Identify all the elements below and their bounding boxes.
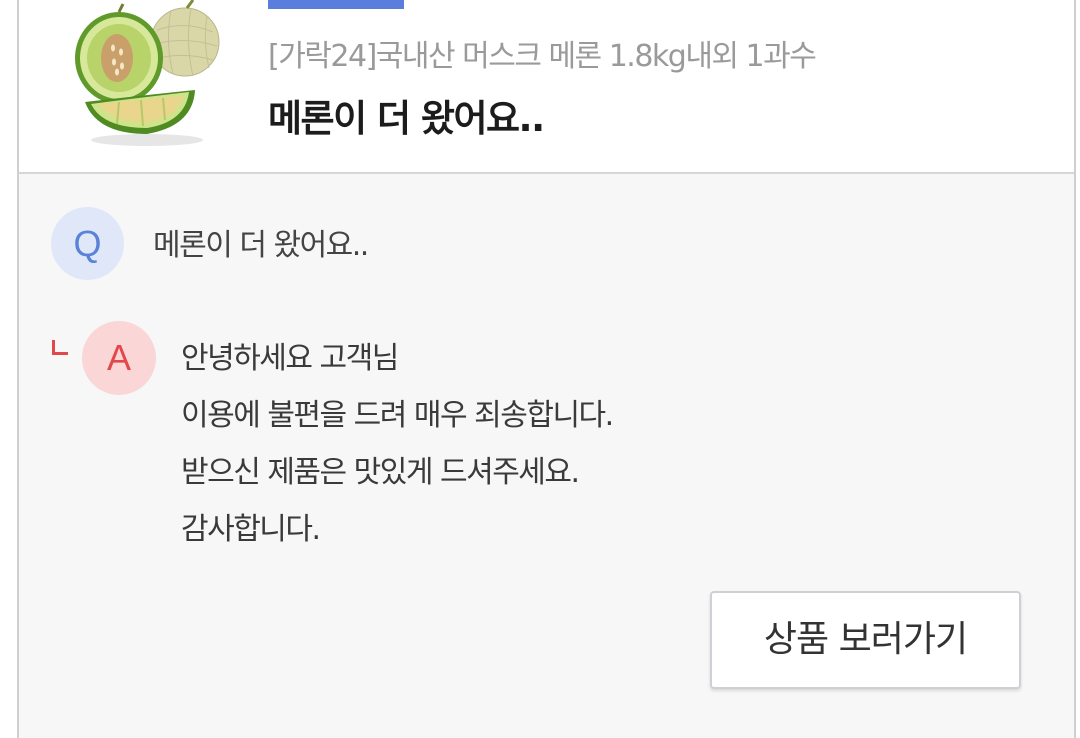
question-badge: Q [51,207,124,280]
question-text: 메론이 더 왔어요.. [153,228,369,263]
melon-product-image[interactable] [67,0,227,152]
reply-arrow-icon [52,340,68,355]
answer-badge: A [82,321,156,395]
accent-bar [268,0,404,9]
answer-line: 감사합니다. [181,512,321,547]
view-product-button[interactable]: 상품 보러가기 [710,591,1021,689]
answer-line: 받으신 제품은 맛있게 드셔주세요. [181,455,580,490]
answer-line: 이용에 불편을 드려 매우 죄송합니다. [181,398,614,433]
qa-section: Q 메론이 더 왔어요.. A 안녕하세요 고객님 이용에 불편을 드려 매우 … [19,174,1074,738]
answer-text: 안녕하세요 고객님 이용에 불편을 드려 매우 죄송합니다. 받으신 제품은 맛… [181,330,614,558]
product-header: [가락24]국내산 머스크 메론 1.8kg내외 1과수 메론이 더 왔어요.. [19,0,1074,174]
review-card: [가락24]국내산 머스크 메론 1.8kg내외 1과수 메론이 더 왔어요..… [17,0,1076,738]
answer-line: 안녕하세요 고객님 [181,341,399,376]
product-name[interactable]: [가락24]국내산 머스크 메론 1.8kg내외 1과수 [268,31,817,75]
review-title: 메론이 더 왔어요.. [268,97,545,140]
